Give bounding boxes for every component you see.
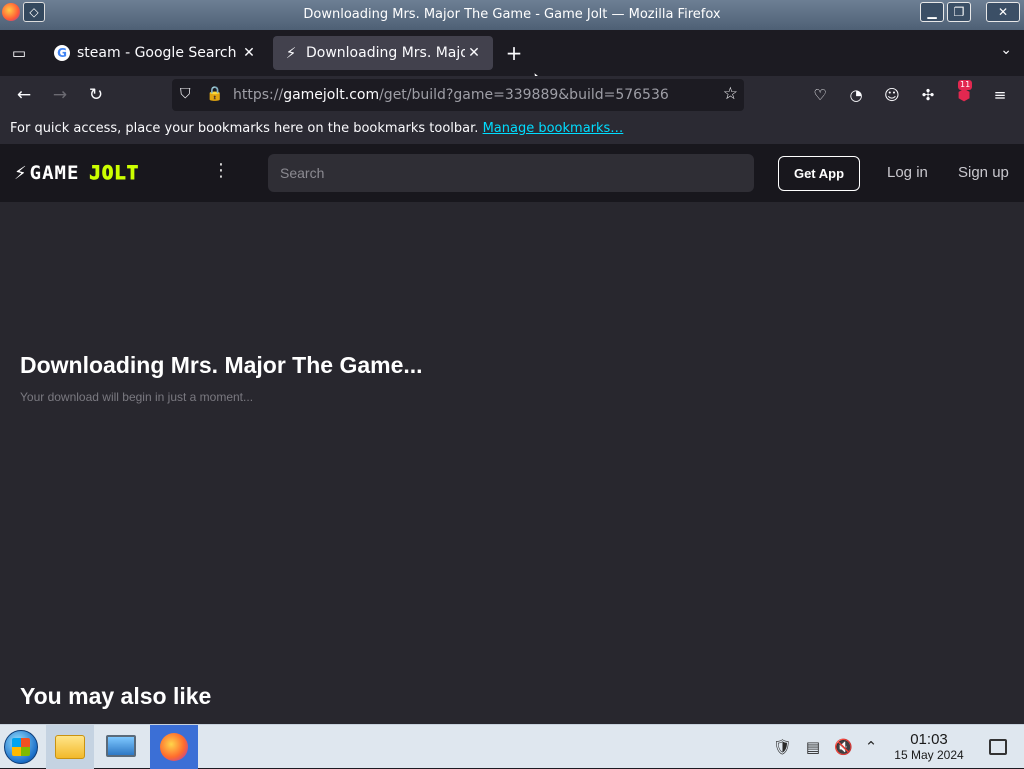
bookmark-star-icon[interactable]: ☆ [723, 84, 738, 104]
get-app-button[interactable]: Get App [778, 156, 860, 191]
window-title: Downloading Mrs. Major The Game - Game J… [303, 7, 721, 22]
firefox-view-icon[interactable]: ◔ [845, 84, 867, 106]
download-status: Your download will begin in just a momen… [20, 390, 254, 404]
url-bar[interactable]: ⛉ 🔒 https://gamejolt.com/get/build?game=… [172, 79, 744, 111]
manage-bookmarks-link[interactable]: Manage bookmarks… [483, 121, 624, 136]
show-desktop-icon[interactable] [989, 739, 1007, 755]
tab-label: Downloading Mrs. Major [306, 45, 465, 61]
minimize-button[interactable]: ▁ [920, 2, 944, 22]
extensions-icon[interactable]: ✣ [917, 84, 939, 106]
logo-jolt: JOLT [89, 162, 140, 185]
tracking-shield-icon[interactable]: ⛉ [180, 86, 191, 102]
back-icon[interactable]: ← [12, 84, 36, 106]
page-title: Downloading Mrs. Major The Game... [20, 352, 423, 378]
addon-badge: 11 [958, 80, 973, 90]
tray-expand-icon[interactable]: ⌃ [862, 738, 880, 756]
main-content: Downloading Mrs. Major The Game... Your … [0, 202, 1024, 724]
new-tab-icon[interactable]: + [500, 42, 528, 66]
tab-gamejolt-download[interactable]: ⚡ Downloading Mrs. Major ✕ [273, 36, 493, 70]
gamejolt-logo[interactable]: ⚡ GAME JOLT [14, 162, 140, 185]
url-text[interactable]: https://gamejolt.com/get/build?game=3398… [233, 87, 669, 103]
close-window-button[interactable]: ✕ [986, 2, 1020, 22]
more-menu-icon[interactable]: ⋮ [212, 160, 230, 181]
menu-icon[interactable]: ≡ [989, 84, 1011, 106]
lock-icon[interactable]: 🔒 [206, 86, 223, 102]
firefox-view-icon[interactable]: ▭ [8, 42, 30, 64]
computer-icon[interactable] [106, 735, 136, 757]
google-icon: G [54, 45, 70, 61]
tab-google-search[interactable]: G steam - Google Search ✕ [44, 36, 268, 70]
clock-date: 15 May 2024 [894, 748, 964, 762]
start-menu-icon[interactable] [4, 730, 38, 764]
bookmarks-hint: For quick access, place your bookmarks h… [10, 121, 479, 136]
gamejolt-icon: ⚡ [285, 44, 297, 62]
taskbar: 🛡 ▤ 🔇 ⌃ 01:03 15 May 2024 [0, 724, 1024, 769]
navigation-bar: ← → ↻ ⛉ 🔒 https://gamejolt.com/get/build… [0, 76, 1024, 114]
site-header: ⚡ GAME JOLT ⋮ Get App Log in Sign up [0, 144, 1024, 202]
clock-time: 01:03 [910, 731, 948, 748]
folder-icon[interactable] [55, 735, 85, 759]
reload-icon[interactable]: ↻ [84, 84, 108, 106]
pocket-icon[interactable]: ♡ [809, 84, 831, 106]
recommendations-heading: You may also like [20, 683, 212, 709]
list-all-tabs-icon[interactable]: ⌄ [1000, 42, 1012, 58]
volume-muted-icon[interactable]: 🔇 [834, 738, 853, 756]
bolt-icon: ⚡ [14, 162, 27, 184]
clipboard-tray-icon[interactable]: ▤ [804, 738, 822, 756]
bookmarks-bar: For quick access, place your bookmarks h… [0, 114, 1024, 144]
account-icon[interactable]: ☺ [881, 84, 903, 106]
forward-icon[interactable]: → [48, 84, 72, 106]
signup-link[interactable]: Sign up [958, 164, 1009, 181]
maximize-button[interactable]: ❐ [947, 2, 971, 22]
search-input[interactable] [268, 154, 754, 192]
clock[interactable]: 01:03 15 May 2024 [884, 731, 974, 762]
logo-game: GAME [29, 162, 80, 184]
login-link[interactable]: Log in [887, 164, 928, 181]
tab-strip: ▭ G steam - Google Search ✕ ⚡ Downloadin… [0, 30, 1024, 93]
security-tray-icon[interactable]: 🛡 [773, 738, 792, 756]
close-tab-icon[interactable]: ✕ [240, 45, 258, 61]
close-tab-icon[interactable]: ✕ [465, 45, 483, 61]
tab-label: steam - Google Search [77, 45, 237, 61]
firefox-icon[interactable] [160, 733, 188, 761]
window-titlebar: ◇ Downloading Mrs. Major The Game - Game… [0, 0, 1024, 30]
